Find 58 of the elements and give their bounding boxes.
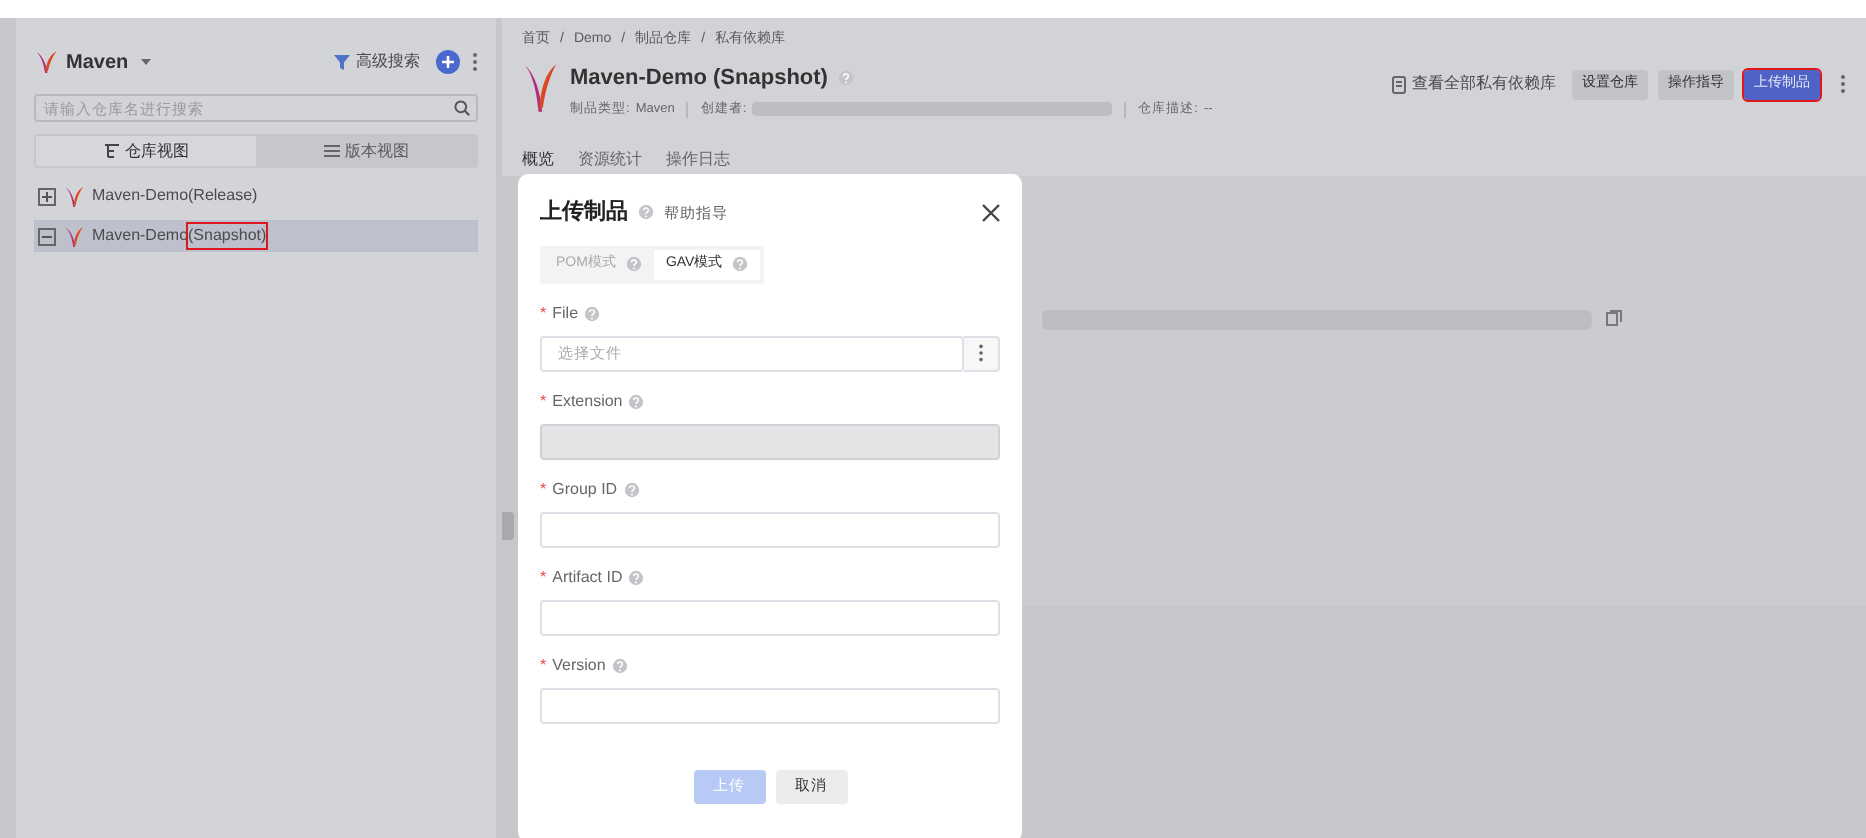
feather-logo-icon <box>34 50 58 74</box>
help-icon <box>625 256 642 272</box>
help-icon[interactable] <box>611 657 628 673</box>
required-mark: * <box>540 301 547 325</box>
caret-icon[interactable] <box>140 58 153 66</box>
more-icon <box>978 344 984 362</box>
input-field[interactable] <box>540 687 1000 723</box>
help-icon[interactable] <box>628 393 645 409</box>
required-mark: * <box>540 653 547 677</box>
field-label: Version <box>552 653 606 677</box>
help-icon[interactable] <box>837 69 854 86</box>
feather-logo-icon <box>64 185 84 207</box>
filter-icon <box>334 54 350 70</box>
copy-icon[interactable] <box>1606 310 1622 326</box>
input-field[interactable] <box>540 511 1000 547</box>
page-tab[interactable]: 资源统计 <box>578 147 642 180</box>
browse-button[interactable] <box>964 335 1000 371</box>
required-mark: * <box>540 565 547 589</box>
tree-item-tag: (Release) <box>188 184 258 208</box>
dialog-title: 上传制品 <box>540 197 628 228</box>
required-mark: * <box>540 389 547 413</box>
input-field[interactable] <box>540 599 1000 635</box>
view-tab[interactable]: 仓库视图 <box>36 136 256 166</box>
page-tab[interactable]: 操作日志 <box>666 147 730 180</box>
tree-item-label: Maven-Demo <box>92 184 189 208</box>
help-icon[interactable] <box>628 569 645 585</box>
field-label: File <box>552 301 579 325</box>
more-icon[interactable] <box>1840 74 1846 94</box>
field-label: Artifact ID <box>552 565 623 589</box>
required-mark: * <box>540 477 547 501</box>
close-icon <box>982 203 1000 222</box>
tree-item-tag: (Snapshot) <box>188 224 267 248</box>
view-all-link[interactable]: 查看全部私有依赖库 <box>1392 72 1556 96</box>
help-icon[interactable] <box>584 305 601 321</box>
more-icon[interactable] <box>472 52 478 72</box>
search-icon[interactable] <box>454 100 470 116</box>
expand-icon[interactable] <box>38 187 56 205</box>
close-button[interactable] <box>982 203 1000 222</box>
collapse-handle[interactable] <box>502 512 514 540</box>
field-label: Extension <box>552 389 623 413</box>
help-icon[interactable] <box>623 481 640 497</box>
sidebar-title: Maven <box>66 49 129 77</box>
document-icon <box>1392 75 1406 93</box>
collapse-icon[interactable] <box>38 227 56 245</box>
tree-item-selected[interactable]: Maven-Demo(Snapshot) <box>34 220 478 252</box>
view-tab[interactable]: 版本视图 <box>256 136 476 166</box>
list-icon <box>323 144 339 158</box>
help-icon[interactable] <box>638 204 654 221</box>
field-label: Group ID <box>552 477 618 501</box>
add-icon[interactable] <box>436 50 460 74</box>
tree-view-icon <box>103 144 119 158</box>
feather-logo-icon <box>522 61 558 113</box>
tree-item-row[interactable]: Maven-Demo(Release) <box>34 180 478 212</box>
advanced-search-link[interactable]: 高级搜索 <box>334 50 420 74</box>
repo-title: Maven-Demo (Snapshot) <box>570 63 828 93</box>
help-icon <box>732 256 749 272</box>
tree-item-label: Maven-Demo <box>92 224 189 248</box>
feather-logo-icon <box>64 225 84 247</box>
